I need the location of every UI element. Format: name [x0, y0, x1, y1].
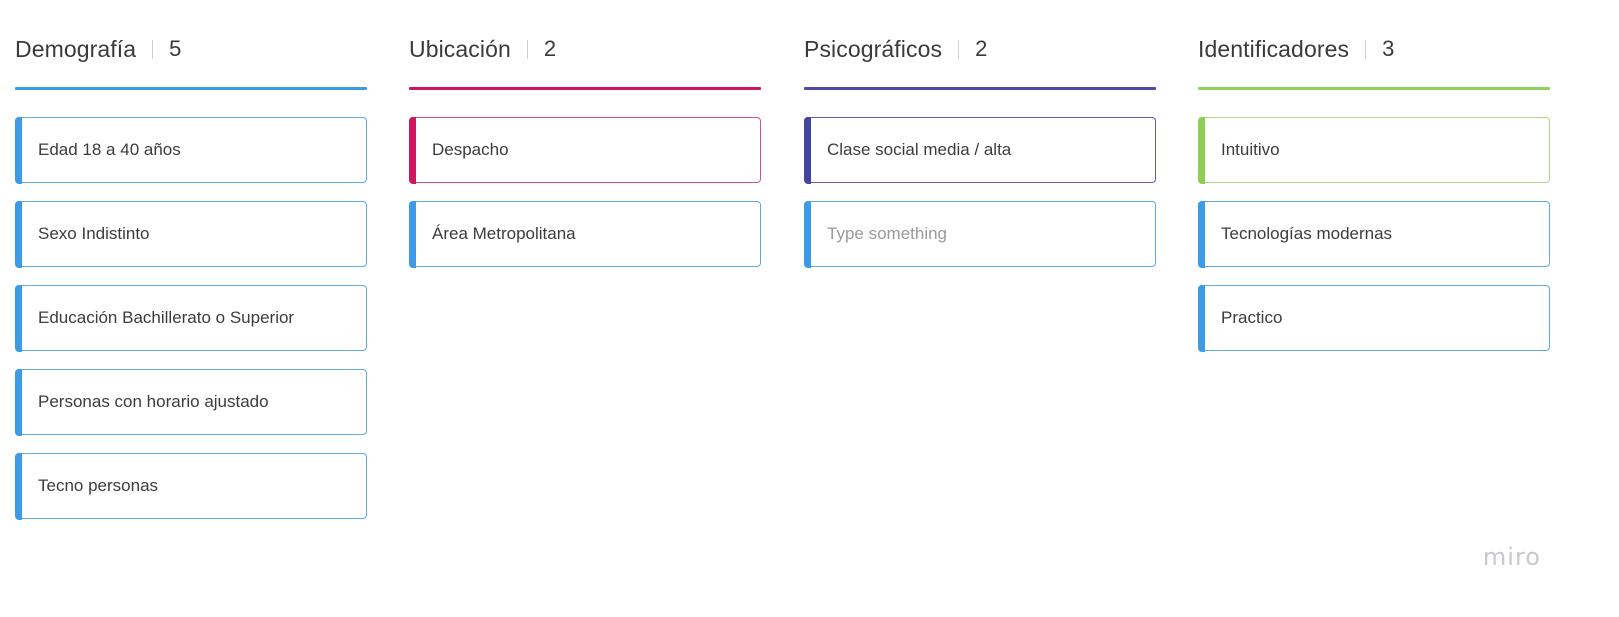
kanban-board: Demografía 5 Edad 18 a 40 años Sexo Indi…	[14, 0, 1610, 617]
column-header: Ubicación 2	[409, 0, 761, 90]
card-text[interactable]: Educación Bachillerato o Superior	[38, 286, 294, 350]
card[interactable]: Personas con horario ajustado	[14, 368, 367, 436]
card[interactable]: Sexo Indistinto	[14, 200, 367, 268]
card-accent-bar	[14, 116, 22, 184]
card-accent-bar	[14, 368, 22, 436]
column-divider	[958, 39, 960, 59]
column-demografia: Demografía 5 Edad 18 a 40 años Sexo Indi…	[14, 0, 367, 520]
miro-logo: miro	[1482, 543, 1541, 571]
card-text[interactable]: Intuitivo	[1221, 118, 1280, 182]
column-title[interactable]: Demografía	[15, 36, 136, 63]
card[interactable]: Tecno personas	[14, 452, 367, 520]
column-divider	[526, 39, 528, 59]
card-placeholder-text[interactable]: Type something	[827, 202, 947, 266]
card-text[interactable]: Clase social media / alta	[827, 118, 1011, 182]
card-text[interactable]: Personas con horario ajustado	[38, 370, 269, 434]
card-accent-bar	[408, 200, 416, 268]
column-title[interactable]: Ubicación	[409, 36, 511, 63]
column-title-row: Ubicación 2	[409, 34, 556, 64]
column-count: 5	[169, 36, 182, 61]
column-title-row: Identificadores 3	[1198, 34, 1394, 64]
column-identificadores: Identificadores 3 Intuitivo Tecnologías …	[1197, 0, 1550, 352]
card-text[interactable]: Área Metropolitana	[432, 202, 576, 266]
card-text[interactable]: Sexo Indistinto	[38, 202, 150, 266]
card[interactable]: Intuitivo	[1197, 116, 1550, 184]
card-accent-bar	[14, 200, 22, 268]
card[interactable]: Practico	[1197, 284, 1550, 352]
column-ubicacion: Ubicación 2 Despacho Área Metropolitana	[408, 0, 761, 268]
card-accent-bar	[408, 116, 416, 184]
column-header: Identificadores 3	[1198, 0, 1550, 90]
card[interactable]: Área Metropolitana	[408, 200, 761, 268]
column-psicograficos: Psicográficos 2 Clase social media / alt…	[803, 0, 1156, 268]
card[interactable]: Despacho	[408, 116, 761, 184]
column-color-line	[409, 87, 761, 90]
card[interactable]: Educación Bachillerato o Superior	[14, 284, 367, 352]
card-accent-bar	[803, 116, 811, 184]
card-accent-bar	[14, 452, 22, 520]
card-accent-bar	[1197, 116, 1205, 184]
column-color-line	[1198, 87, 1550, 90]
card-accent-bar	[803, 200, 811, 268]
column-color-line	[15, 87, 367, 90]
card-accent-bar	[1197, 284, 1205, 352]
column-header: Demografía 5	[15, 0, 367, 90]
column-title[interactable]: Identificadores	[1198, 36, 1349, 63]
card-accent-bar	[1197, 200, 1205, 268]
card-text[interactable]: Tecno personas	[38, 454, 158, 518]
column-count: 2	[975, 36, 988, 61]
column-title[interactable]: Psicográficos	[804, 36, 942, 63]
column-color-line	[804, 87, 1156, 90]
card-text[interactable]: Edad 18 a 40 años	[38, 118, 181, 182]
card-accent-bar	[14, 284, 22, 352]
column-count: 3	[1382, 36, 1395, 61]
column-title-row: Demografía 5	[15, 34, 181, 64]
column-header: Psicográficos 2	[804, 0, 1156, 90]
card-text[interactable]: Despacho	[432, 118, 509, 182]
card-text[interactable]: Practico	[1221, 286, 1282, 350]
card[interactable]: Edad 18 a 40 años	[14, 116, 367, 184]
column-count: 2	[543, 36, 557, 61]
column-divider	[152, 39, 154, 59]
card[interactable]: Clase social media / alta	[803, 116, 1156, 184]
card[interactable]: Type something	[803, 200, 1156, 268]
column-divider	[1365, 39, 1367, 59]
column-title-row: Psicográficos 2	[804, 34, 987, 64]
card[interactable]: Tecnologías modernas	[1197, 200, 1550, 268]
card-text[interactable]: Tecnologías modernas	[1221, 202, 1392, 266]
